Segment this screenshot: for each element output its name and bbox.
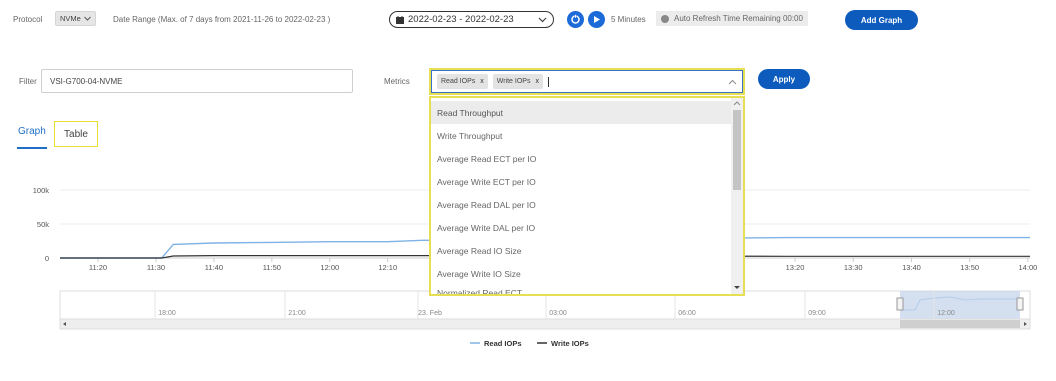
y-tick-label: 0 xyxy=(45,254,49,263)
navigator-tick-label: 18:00 xyxy=(158,310,176,317)
chevron-down-icon xyxy=(538,17,547,22)
legend-item[interactable]: Read IOPs xyxy=(484,339,522,348)
tab-graph[interactable]: Graph xyxy=(18,126,46,137)
navigator-selection[interactable] xyxy=(900,291,1020,319)
protocol-label: Protocol xyxy=(13,15,43,24)
dropdown-scrollbar[interactable] xyxy=(731,98,743,294)
metric-option[interactable]: Write Throughput xyxy=(431,124,731,147)
x-tick-label: 13:50 xyxy=(960,263,979,272)
x-tick-label: 11:30 xyxy=(147,263,165,272)
x-tick-label: 11:40 xyxy=(205,263,223,272)
x-tick-label: 13:20 xyxy=(786,263,805,272)
y-tick-label: 50k xyxy=(37,220,49,229)
protocol-select[interactable]: NVMe xyxy=(55,11,96,26)
filter-value: VSI-G700-04-NVME xyxy=(50,76,123,86)
navigator-tick-label: 09:00 xyxy=(808,310,826,317)
metric-option[interactable]: Normalized Read ECT xyxy=(431,285,731,294)
metric-chip-label: Read IOPs xyxy=(441,78,476,85)
metrics-multiselect[interactable]: Read IOPs x Write IOPs x xyxy=(429,68,745,95)
remove-chip-icon[interactable]: x xyxy=(535,78,539,85)
metric-chip: Read IOPs x xyxy=(437,74,488,89)
dropdown-scrollbar-thumb[interactable] xyxy=(733,110,741,190)
x-tick-label: 13:40 xyxy=(902,263,921,272)
interval-label: 5 Minutes xyxy=(611,15,646,24)
play-button[interactable] xyxy=(588,11,605,28)
metrics-dropdown-list: Read Throughput Write Throughput Average R… xyxy=(429,96,745,296)
tab-table[interactable]: Table xyxy=(54,121,98,147)
apply-button[interactable]: Apply xyxy=(758,69,810,89)
filter-label: Filter xyxy=(19,77,37,86)
add-graph-button[interactable]: Add Graph xyxy=(845,10,918,30)
filter-input[interactable]: VSI-G700-04-NVME xyxy=(41,69,353,93)
navigator-handle-right[interactable] xyxy=(1016,297,1024,311)
x-tick-label: 12:00 xyxy=(320,263,339,272)
navigator-tick-label: 23. Feb xyxy=(418,310,442,317)
navigator-tick-label: 06:00 xyxy=(678,310,696,317)
tab-graph-underline xyxy=(17,147,47,149)
metric-option[interactable]: Average Read DAL per IO xyxy=(431,193,731,216)
auto-refresh-label: Auto Refresh Time Remaining 00:00 xyxy=(674,14,803,23)
metric-option[interactable]: Average Write ECT per IO xyxy=(431,170,731,193)
x-tick-label: 11:50 xyxy=(263,263,281,272)
x-tick-label: 12:10 xyxy=(378,263,397,272)
date-range-picker[interactable]: 2022-02-23 - 2022-02-23 xyxy=(389,11,554,28)
y-tick-label: 100k xyxy=(33,186,50,195)
scroll-down-icon[interactable] xyxy=(731,284,743,292)
metric-option[interactable]: Average Write IO Size xyxy=(431,262,731,285)
refresh-button[interactable] xyxy=(567,11,584,28)
metric-option[interactable]: Average Write DAL per IO xyxy=(431,216,731,239)
navigator-tick-label: 03:00 xyxy=(549,310,567,317)
x-tick-label: 13:30 xyxy=(844,263,863,272)
remove-chip-icon[interactable]: x xyxy=(480,78,484,85)
metric-option[interactable]: Average Read ECT per IO xyxy=(431,147,731,170)
x-tick-label: 14:00 xyxy=(1019,263,1038,272)
navigator-tick-label: 12:00 xyxy=(937,310,955,317)
navigator-tick-label: 21:00 xyxy=(288,310,306,317)
play-icon xyxy=(594,16,600,23)
navigator-handle-left[interactable] xyxy=(896,297,904,311)
navigator-scrollbar-thumb[interactable] xyxy=(900,320,1020,328)
metrics-label: Metrics xyxy=(384,77,410,86)
chevron-down-icon xyxy=(83,16,91,21)
metric-chip-label: Write IOPs xyxy=(496,78,531,85)
chevron-up-icon[interactable] xyxy=(728,79,737,85)
metric-option[interactable]: Average Read IO Size xyxy=(431,239,731,262)
scroll-up-icon[interactable] xyxy=(731,99,743,107)
navigator-scrollbar[interactable] xyxy=(59,318,1031,330)
text-cursor xyxy=(547,76,549,87)
refresh-icon xyxy=(571,14,580,24)
date-range-label: Date Range (Max. of 7 days from 2021-11-… xyxy=(113,15,331,24)
date-range-value: 2022-02-23 - 2022-02-23 xyxy=(408,14,514,25)
legend-item[interactable]: Write IOPs xyxy=(551,339,589,348)
protocol-value: NVMe xyxy=(60,14,81,23)
metric-chip: Write IOPs x xyxy=(492,74,543,89)
metric-option[interactable]: Read Throughput xyxy=(431,101,731,124)
calendar-icon xyxy=(396,15,404,24)
auto-refresh-status: Auto Refresh Time Remaining 00:00 xyxy=(656,11,808,26)
x-tick-label: 11:20 xyxy=(89,263,107,272)
status-dot-icon xyxy=(661,14,669,23)
